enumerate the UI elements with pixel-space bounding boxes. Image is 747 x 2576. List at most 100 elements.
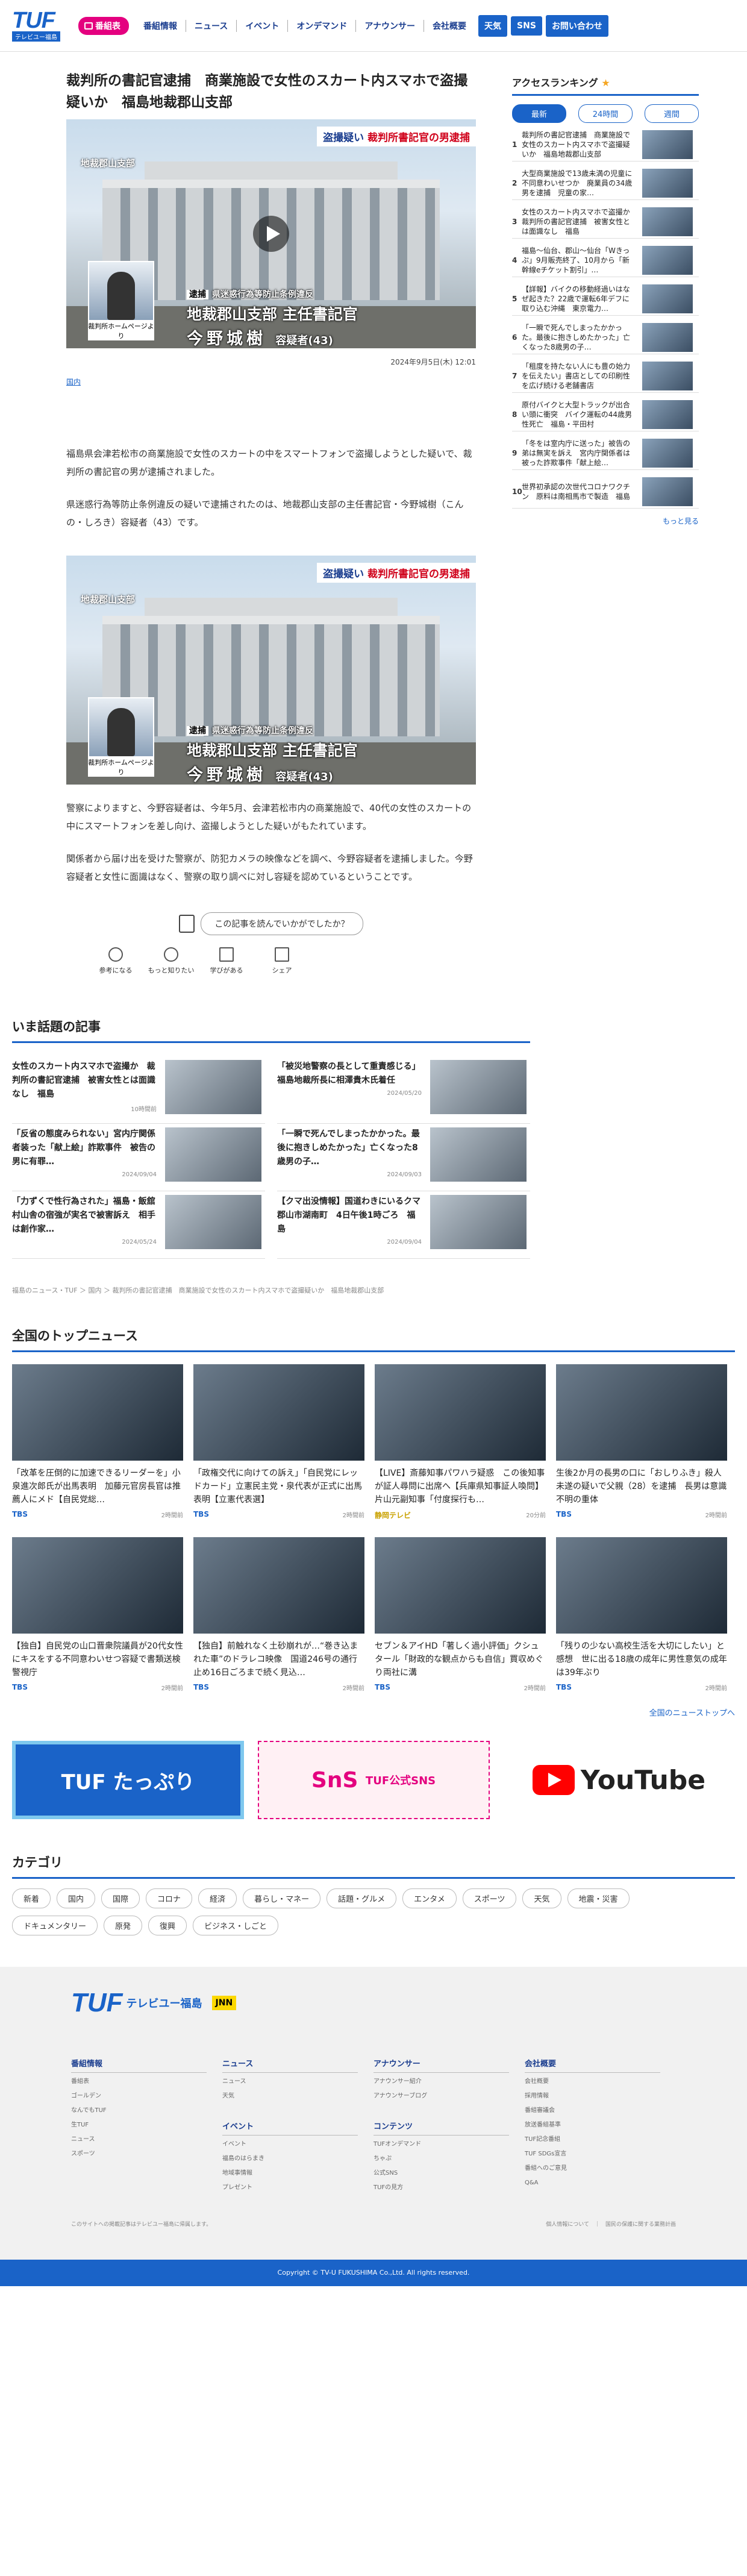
footer-link[interactable]: ニュース (71, 2134, 222, 2145)
footer-link[interactable]: イベント (222, 2139, 374, 2150)
nav-company[interactable]: 会社概要 (424, 20, 475, 32)
reaction-helpful[interactable]: 参考になる (88, 947, 143, 975)
footer-column-heading[interactable]: 番組情報 (71, 2057, 207, 2073)
footer-link[interactable]: TUFの見方 (374, 2183, 525, 2193)
ranking-item[interactable]: 4 福島～仙台、郡山～仙台「Wきっぷ」9月販売終了、10月から「新幹線eチケット割… (512, 243, 699, 277)
app-banner[interactable]: TUF たっぷり (12, 1741, 244, 1819)
footer-column-heading[interactable]: アナウンサー (374, 2057, 509, 2073)
footer-column-heading[interactable]: イベント (222, 2120, 358, 2136)
nav-ondemand[interactable]: オンデマンド (288, 19, 357, 32)
ranking-item[interactable]: 10 世界初承認の次世代コロナワクチン 原料は南相馬市で製造 福島 (512, 475, 699, 509)
play-icon[interactable] (253, 216, 289, 252)
category-chip[interactable]: 国際 (101, 1888, 140, 1908)
news-card[interactable]: 生後2か月の長男の口に「おしりふき」殺人未遂の疑いで父親（28）を逮捕 長男は意… (556, 1364, 727, 1520)
news-card[interactable]: セブン＆アイHD「著しく過小評価」クシュタール「財政的な観点からも自信」買収めぐ… (375, 1537, 546, 1692)
nav-announcer[interactable]: アナウンサー (356, 19, 425, 32)
news-card[interactable]: 「改革を圧倒的に加速できるリーダーを」小泉進次郎氏が出馬表明 加藤元官房長官は推… (12, 1364, 183, 1520)
ranking-item[interactable]: 7 「租度を持たない人にも豊の始力を伝えたい」書店としての印刷性を広げ続ける老舗書… (512, 359, 699, 393)
category-chip[interactable]: 経済 (198, 1888, 237, 1908)
nav-program[interactable]: 番組情報 (135, 19, 186, 32)
site-logo[interactable]: TUF テレビユー福島 (12, 9, 72, 42)
category-chip[interactable]: 復興 (148, 1916, 187, 1935)
ranking-item[interactable]: 2 大型商業施設で13歳未満の児童に不同意わいせつか 廃業員の34歳男を逮捕 児童… (512, 166, 699, 200)
ranking-item[interactable]: 6 「一瞬で死んでしまったかかった。最後に抱きしめたかった」亡くなった8歳男の子… (512, 321, 699, 354)
ranking-item[interactable]: 1 裁判所の書記官逮捕 商業施設で女性のスカート内スマホで盗撮疑いか 福島地裁郡山… (512, 128, 699, 161)
reaction-learned[interactable]: 学びがある (199, 947, 254, 975)
footer-link[interactable]: 天気 (222, 2091, 374, 2102)
news-card[interactable]: 【独自】前触れなく土砂崩れが…“巻き込まれた車”のドラレコ映像 国道246号の通… (193, 1537, 364, 1692)
reaction-want-more[interactable]: もっと知りたい (143, 947, 199, 975)
article-video[interactable]: 盗撮疑い 裁判所書記官の男逮捕 地裁郡山支部 裁判所ホームページより 逮捕 県迷惑… (66, 119, 476, 348)
footer-link[interactable]: 地域事情報 (222, 2168, 374, 2179)
bangumi-button[interactable]: 番組表 (78, 16, 129, 35)
article-category[interactable]: 国内 (66, 377, 476, 387)
footer-column-heading[interactable]: コンテンツ (374, 2120, 509, 2136)
footer-link[interactable]: なんでもTUF (71, 2105, 222, 2116)
youtube-banner[interactable]: YouTube (503, 1741, 735, 1819)
footer-link[interactable]: TUF記念番組 (525, 2134, 676, 2145)
footer-logo[interactable]: TUF テレビユー福島 JNN (71, 1990, 676, 2016)
topic-item[interactable]: 女性のスカート内スマホで盗撮か 裁判所の書記官逮捕 被害女性とは面識なし 福島 1… (12, 1056, 265, 1124)
category-chip[interactable]: ビジネス・しごと (193, 1916, 279, 1935)
footer-link[interactable]: ちゃぷ (374, 2154, 525, 2164)
category-chip[interactable]: 地震・災害 (567, 1888, 630, 1908)
category-chip[interactable]: 暮らし・マネー (243, 1888, 321, 1908)
topic-item[interactable]: 「力ずくで性行為された」福島・飯舘村山舎の宿強が実名で被害訴え 相手は創作家… 2… (12, 1191, 265, 1259)
footer-link[interactable]: TUFオンデマンド (374, 2139, 525, 2150)
news-card[interactable]: 「政権交代に向けての訴え」「自民党にレッドカード」立憲民主党・泉代表が正式に出馬… (193, 1364, 364, 1520)
category-chip[interactable]: 原発 (104, 1916, 143, 1935)
footer-link[interactable]: スポーツ (71, 2149, 222, 2160)
sns-button[interactable]: SNS (511, 16, 542, 36)
news-card[interactable]: 「残りの少ない高校生活を大切にしたい」と感想 世に出る18歳の成年に男性意気の成… (556, 1537, 727, 1692)
weather-button[interactable]: 天気 (478, 14, 508, 37)
footer-link[interactable]: 福島のはらまき (222, 2154, 374, 2164)
footer-link[interactable]: ニュース (222, 2076, 374, 2087)
footer-link[interactable]: 生TUF (71, 2120, 222, 2131)
topic-item[interactable]: 「被災地警察の長として重責感じる」福島地裁所長に相澤貴木氏着任 2024/05/2… (277, 1056, 530, 1124)
footer-link[interactable]: Q&A (525, 2178, 676, 2189)
category-chip[interactable]: 天気 (522, 1888, 561, 1908)
tab-latest[interactable]: 最新 (512, 104, 566, 123)
nav-news[interactable]: ニュース (186, 19, 237, 32)
topic-item[interactable]: 「一瞬で死んでしまったかかった。最後に抱きしめたかった」亡くなった8歳男の子… 2… (277, 1124, 530, 1191)
contact-button[interactable]: お問い合わせ (545, 14, 608, 37)
category-chip[interactable]: 話題・グルメ (327, 1888, 397, 1908)
footer-link[interactable]: アナウンサーブログ (374, 2091, 525, 2102)
footer-links[interactable]: 個人情報について ｜ 国民の保護に関する業務計画 (546, 2220, 676, 2228)
footer-link[interactable]: 公式SNS (374, 2168, 525, 2179)
footer-link[interactable]: 会社概要 (525, 2076, 676, 2087)
footer-column-heading[interactable]: 会社概要 (525, 2057, 660, 2073)
footer-link[interactable]: プレゼント (222, 2183, 374, 2193)
news-card[interactable]: 【独自】自民党の山口晋衆院議員が20代女性にキスをする不同意わいせつ容疑で書類送… (12, 1537, 183, 1692)
footer-link[interactable]: 番組表 (71, 2076, 222, 2087)
top-news-more-link[interactable]: 全国のニューストップへ (0, 1706, 735, 1718)
category-chip[interactable]: 新着 (12, 1888, 51, 1908)
ranking-item[interactable]: 8 原付バイクと大型トラックが出合い頭に衝突 バイク運転の44歳男性死亡 福島・平… (512, 398, 699, 431)
tab-24h[interactable]: 24時間 (578, 104, 633, 123)
category-chip[interactable]: ドキュメンタリー (12, 1916, 98, 1935)
ranking-item[interactable]: 3 女性のスカート内スマホで盗撮か 裁判所の書記官逮捕 被害女性とは面識なし 福島 (512, 205, 699, 239)
news-card[interactable]: 【LIVE】斎藤知事パワハラ疑惑 この後知事が証人尋問に出席へ【兵庫県知事証人喚… (375, 1364, 546, 1520)
footer-column-heading[interactable]: ニュース (222, 2057, 358, 2073)
footer-link[interactable]: 放送番組基準 (525, 2120, 676, 2131)
footer-link[interactable]: TUF SDGs宣言 (525, 2149, 676, 2160)
topic-item[interactable]: 【クマ出没情報】国道わきにいるクマ 郡山市湖南町 4日午後1時ごろ 福島 2024… (277, 1191, 530, 1259)
footer-link[interactable]: ゴールデン (71, 2091, 222, 2102)
category-chip[interactable]: 国内 (57, 1888, 96, 1908)
category-chip[interactable]: スポーツ (462, 1888, 517, 1908)
footer-link[interactable]: アナウンサー紹介 (374, 2076, 525, 2087)
topic-item[interactable]: 「反省の態度みられない」宮内庁関係者装った「献上絵」詐欺事件 被告の男に有罪… 2… (12, 1124, 265, 1191)
category-chip[interactable]: コロナ (146, 1888, 193, 1908)
ranking-item[interactable]: 9 「冬をは室内庁に送った」被告の弟は無実を訴え 宮内庁関係者は被った詐欺事件「献… (512, 436, 699, 470)
tab-weekly[interactable]: 週間 (645, 104, 699, 123)
category-chip[interactable]: エンタメ (402, 1888, 457, 1908)
footer-link[interactable]: 採用情報 (525, 2091, 676, 2102)
nav-event[interactable]: イベント (237, 19, 289, 32)
sns-banner[interactable]: SnS TUF公式SNS (257, 1741, 490, 1819)
ranking-item[interactable]: 5 【詳報】バイクの移動経過いはなぜ起きた？22歳で運転6年デフに取り込む沖縄 東… (512, 282, 699, 316)
share-button[interactable]: シェア (254, 947, 310, 975)
footer-link[interactable]: 番組審議会 (525, 2105, 676, 2116)
breadcrumb[interactable]: 福島のニュース・TUF ＞ 国内 ＞ 裁判所の書記官逮捕 商業施設で女性のスカー… (12, 1285, 747, 1295)
ranking-more-link[interactable]: もっと見る (512, 516, 699, 526)
footer-link[interactable]: 番組へのご意見 (525, 2163, 676, 2174)
